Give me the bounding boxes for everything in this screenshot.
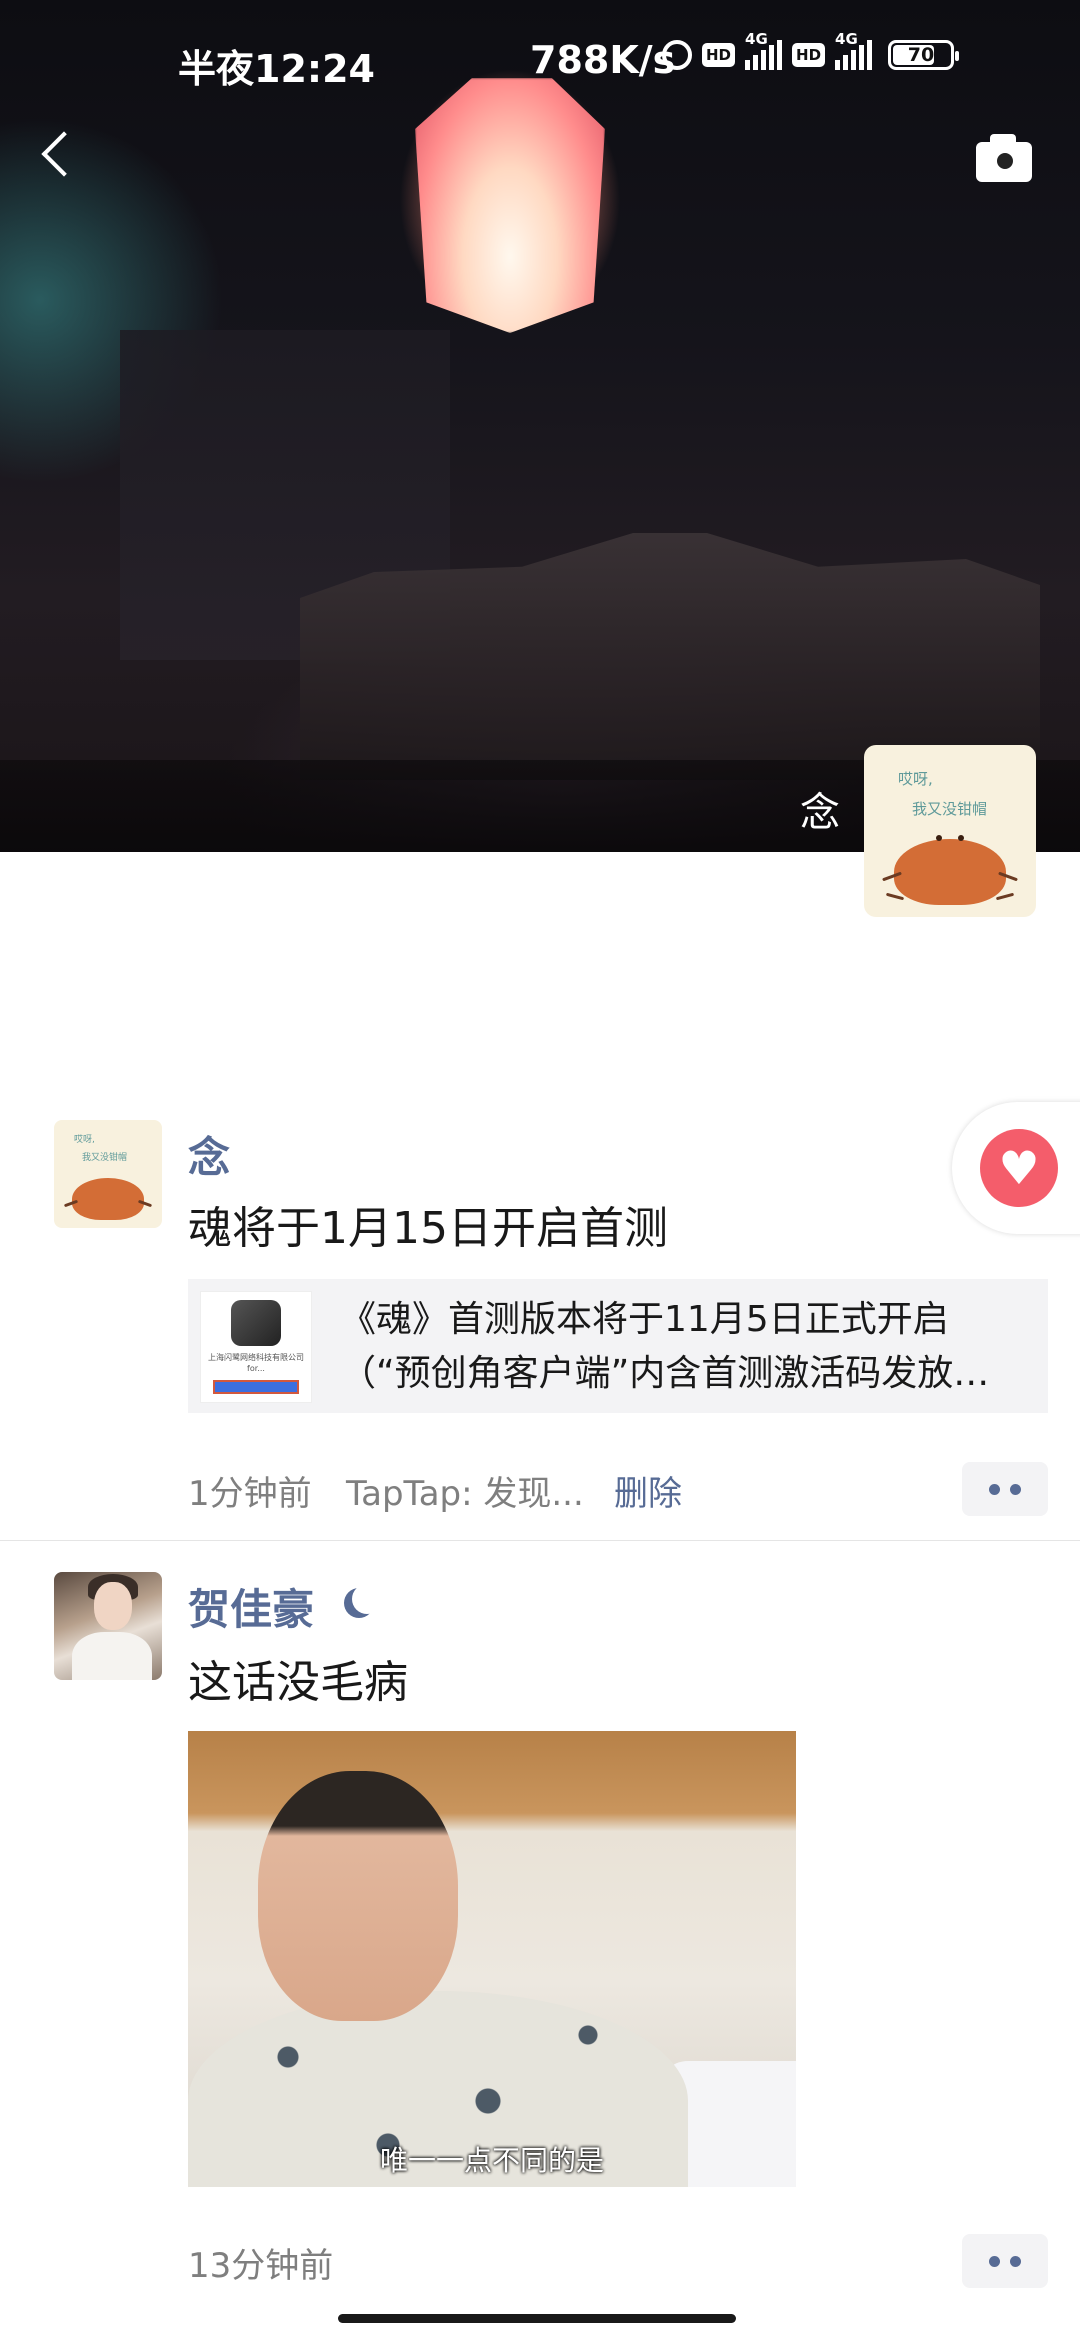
post1-delete[interactable]: 删除	[614, 1466, 682, 1515]
cover-photo[interactable]: 半夜12:24 788K/s HD 4G HD 4G 70 念	[0, 0, 1080, 852]
post1-avatar-text-1: 哎呀,	[74, 1135, 95, 1145]
status-icons: HD 4G HD 4G 70	[662, 30, 960, 70]
avatar-text-2: 我又没钳帽	[912, 800, 988, 818]
thumb-caption: 上海闪鹭网络科技有限公司 for...	[208, 1353, 304, 1373]
post2-image[interactable]: 唯一一点不同的是	[188, 1731, 796, 2187]
back-button[interactable]	[30, 120, 90, 190]
home-indicator[interactable]	[338, 2314, 736, 2323]
camera-icon[interactable]	[972, 130, 1036, 182]
moon-icon	[352, 1584, 382, 1614]
alarm-icon	[662, 40, 692, 70]
hd-badge-2: HD	[792, 43, 826, 67]
post1-author[interactable]: 念	[188, 1124, 230, 1185]
image-subtitle: 唯一一点不同的是	[379, 2144, 604, 2177]
signal-icon-1: 4G	[745, 30, 783, 70]
profile-name: 念	[800, 790, 840, 836]
post1-text: 魂将于1月15日开启首测	[188, 1203, 668, 1254]
link-thumbnail: 上海闪鹭网络科技有限公司 for...	[200, 1291, 312, 1403]
network-type-1: 4G	[745, 30, 768, 48]
post2-avatar[interactable]	[54, 1572, 162, 1680]
post1-avatar[interactable]: 哎呀, 我又没钳帽	[54, 1120, 162, 1228]
signal-icon-2: 4G	[835, 30, 873, 70]
battery-level: 70	[907, 44, 935, 66]
status-time: 半夜12:24	[178, 47, 375, 91]
post2-time: 13分钟前	[188, 2246, 334, 2286]
hd-badge-1: HD	[702, 43, 736, 67]
crab-illustration	[894, 839, 1006, 905]
battery-icon: 70	[888, 40, 960, 70]
like-float-button[interactable]: ♥	[952, 1102, 1080, 1234]
status-bar: 半夜12:24 788K/s HD 4G HD 4G 70	[0, 0, 1080, 120]
game-logo-icon	[231, 1300, 281, 1346]
thumb-button	[213, 1380, 299, 1394]
post1-more-button[interactable]	[962, 1462, 1048, 1516]
avatar-text-1: 哎呀,	[898, 770, 933, 788]
post1-time: 1分钟前	[188, 1474, 312, 1514]
heart-icon: ♥	[980, 1129, 1058, 1207]
post1-link-card[interactable]: 上海闪鹭网络科技有限公司 for... 《魂》首测版本将于11月5日正式开启（“…	[188, 1279, 1048, 1413]
post1-avatar-text-2: 我又没钳帽	[82, 1153, 128, 1163]
post1-source[interactable]: TapTap: 发现...	[346, 1466, 584, 1515]
profile-avatar[interactable]: 哎呀, 我又没钳帽	[864, 745, 1036, 917]
post-divider	[0, 1540, 1080, 1541]
post2-author[interactable]: 贺佳豪	[188, 1576, 314, 1637]
link-title: 《魂》首测版本将于11月5日正式开启（“预创角客户端”内含首测激活码发放…	[340, 1299, 990, 1394]
post2-text: 这话没毛病	[188, 1657, 408, 1708]
network-speed: 788K/s	[530, 38, 676, 82]
network-type-2: 4G	[835, 30, 858, 48]
post2-more-button[interactable]	[962, 2234, 1048, 2288]
